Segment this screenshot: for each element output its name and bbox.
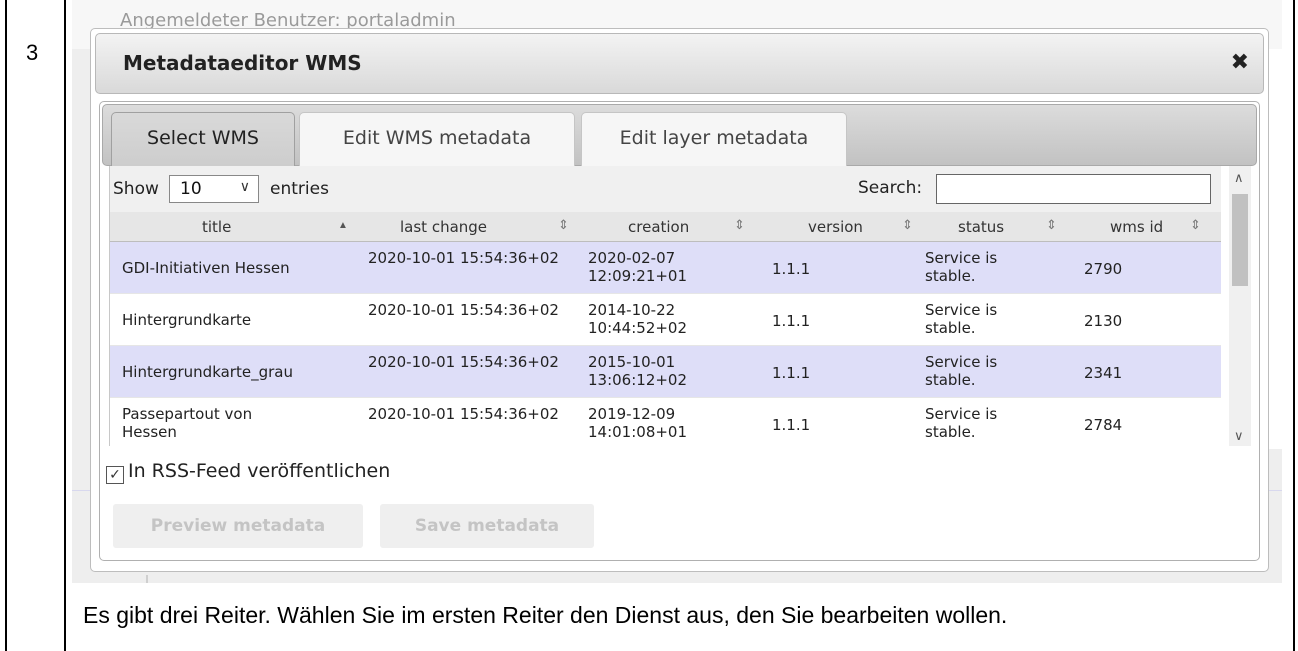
table-scrollbar[interactable]: ∧ ∨ <box>1229 166 1251 446</box>
cell-title: Hintergrundkarte_grau <box>122 363 293 381</box>
cell-wms-id: 2784 <box>1084 416 1123 434</box>
cell-status: Service is stable. <box>925 353 998 389</box>
column-header-version[interactable]: version <box>808 218 863 236</box>
table-row[interactable]: Passepartout von Hessen 2020-10-01 15:54… <box>110 398 1221 446</box>
cell-last-change: 2020-10-01 15:54:36+02 <box>368 301 559 319</box>
entries-label: entries <box>270 179 329 199</box>
chevron-down-icon: ∨ <box>239 179 250 195</box>
sort-icon: ⇕ <box>902 217 913 232</box>
cell-last-change: 2020-10-01 15:54:36+02 <box>368 249 559 267</box>
tab-bar: Select WMS Edit WMS metadata Edit layer … <box>102 104 1257 166</box>
cell-status: Service is stable. <box>925 249 998 285</box>
scrollbar-thumb[interactable] <box>1232 194 1248 286</box>
column-header-last-change[interactable]: last change <box>400 218 487 236</box>
cell-version: 1.1.1 <box>772 312 811 330</box>
dialog-title: Metadataeditor WMS <box>123 51 362 75</box>
table-row[interactable]: Hintergrundkarte_grau 2020-10-01 15:54:3… <box>110 346 1221 398</box>
cell-creation: 2015-10-01 13:06:12+02 <box>588 353 688 389</box>
table-border-right <box>1293 0 1295 651</box>
table-header: title ▲ last change ⇕ creation ⇕ version… <box>110 212 1221 242</box>
cell-title: Hintergrundkarte <box>122 311 252 329</box>
sort-icon: ⇕ <box>1190 217 1201 232</box>
sort-icon: ⇕ <box>558 217 569 232</box>
cell-title: Passepartout von Hessen <box>122 405 253 441</box>
table-row[interactable]: GDI-Initiativen Hessen 2020-10-01 15:54:… <box>110 242 1221 294</box>
cell-wms-id: 2341 <box>1084 364 1123 382</box>
table-border-middle <box>64 0 66 651</box>
caption-text: Es gibt drei Reiter. Wählen Sie im erste… <box>83 602 1008 628</box>
cell-creation: 2019-12-09 14:01:08+01 <box>588 405 688 441</box>
cell-last-change: 2020-10-01 15:54:36+02 <box>368 405 559 423</box>
table-body: GDI-Initiativen Hessen 2020-10-01 15:54:… <box>110 242 1221 446</box>
table-border-left <box>5 0 7 651</box>
table-toolbar: Show 10 ∨ entries Search: <box>110 166 1221 212</box>
scroll-down-icon[interactable]: ∨ <box>1234 428 1244 444</box>
rss-feed-label: In RSS-Feed veröffentlichen <box>128 460 391 482</box>
cell-status: Service is stable. <box>925 405 998 441</box>
sort-asc-icon: ▲ <box>338 220 348 231</box>
row-number: 3 <box>26 40 39 65</box>
cell-wms-id: 2790 <box>1084 260 1123 278</box>
rss-feed-checkbox[interactable]: ✓ In RSS-Feed veröffentlichen <box>106 460 390 484</box>
cell-wms-id: 2130 <box>1084 312 1123 330</box>
tab-select-wms[interactable]: Select WMS <box>111 112 295 166</box>
cell-last-change: 2020-10-01 15:54:36+02 <box>368 353 559 371</box>
background-divider <box>146 575 148 583</box>
column-header-title[interactable]: title <box>202 218 231 236</box>
column-header-wms-id[interactable]: wms id <box>1110 218 1163 236</box>
wms-table-panel: Show 10 ∨ entries Search: title ▲ last c… <box>109 166 1221 446</box>
page-size-value: 10 <box>180 179 202 199</box>
sort-icon: ⇕ <box>1046 217 1057 232</box>
cell-title: GDI-Initiativen Hessen <box>122 259 290 277</box>
cell-version: 1.1.1 <box>772 260 811 278</box>
tab-edit-layer-metadata[interactable]: Edit layer metadata <box>581 112 847 166</box>
save-metadata-button[interactable]: Save metadata <box>380 504 594 548</box>
table-row[interactable]: Hintergrundkarte 2020-10-01 15:54:36+02 … <box>110 294 1221 346</box>
tab-edit-wms-metadata[interactable]: Edit WMS metadata <box>299 112 575 166</box>
dialog-titlebar: Metadataeditor WMS ✖ <box>95 33 1264 94</box>
cell-creation: 2014-10-22 10:44:52+02 <box>588 301 688 337</box>
cell-status: Service is stable. <box>925 301 998 337</box>
close-icon[interactable]: ✖ <box>1231 50 1249 75</box>
cell-version: 1.1.1 <box>772 416 811 434</box>
search-input[interactable] <box>936 174 1211 204</box>
cell-version: 1.1.1 <box>772 364 811 382</box>
column-header-status[interactable]: status <box>958 218 1004 236</box>
cell-creation: 2020-02-07 12:09:21+01 <box>588 249 688 285</box>
scroll-up-icon[interactable]: ∧ <box>1234 170 1244 186</box>
search-label: Search: <box>858 178 923 198</box>
show-label: Show <box>113 179 159 199</box>
column-header-creation[interactable]: creation <box>628 218 689 236</box>
checkbox-checked-icon[interactable]: ✓ <box>106 466 124 484</box>
page-size-select[interactable]: 10 ∨ <box>169 175 259 203</box>
preview-metadata-button[interactable]: Preview metadata <box>113 504 363 548</box>
sort-icon: ⇕ <box>734 217 745 232</box>
